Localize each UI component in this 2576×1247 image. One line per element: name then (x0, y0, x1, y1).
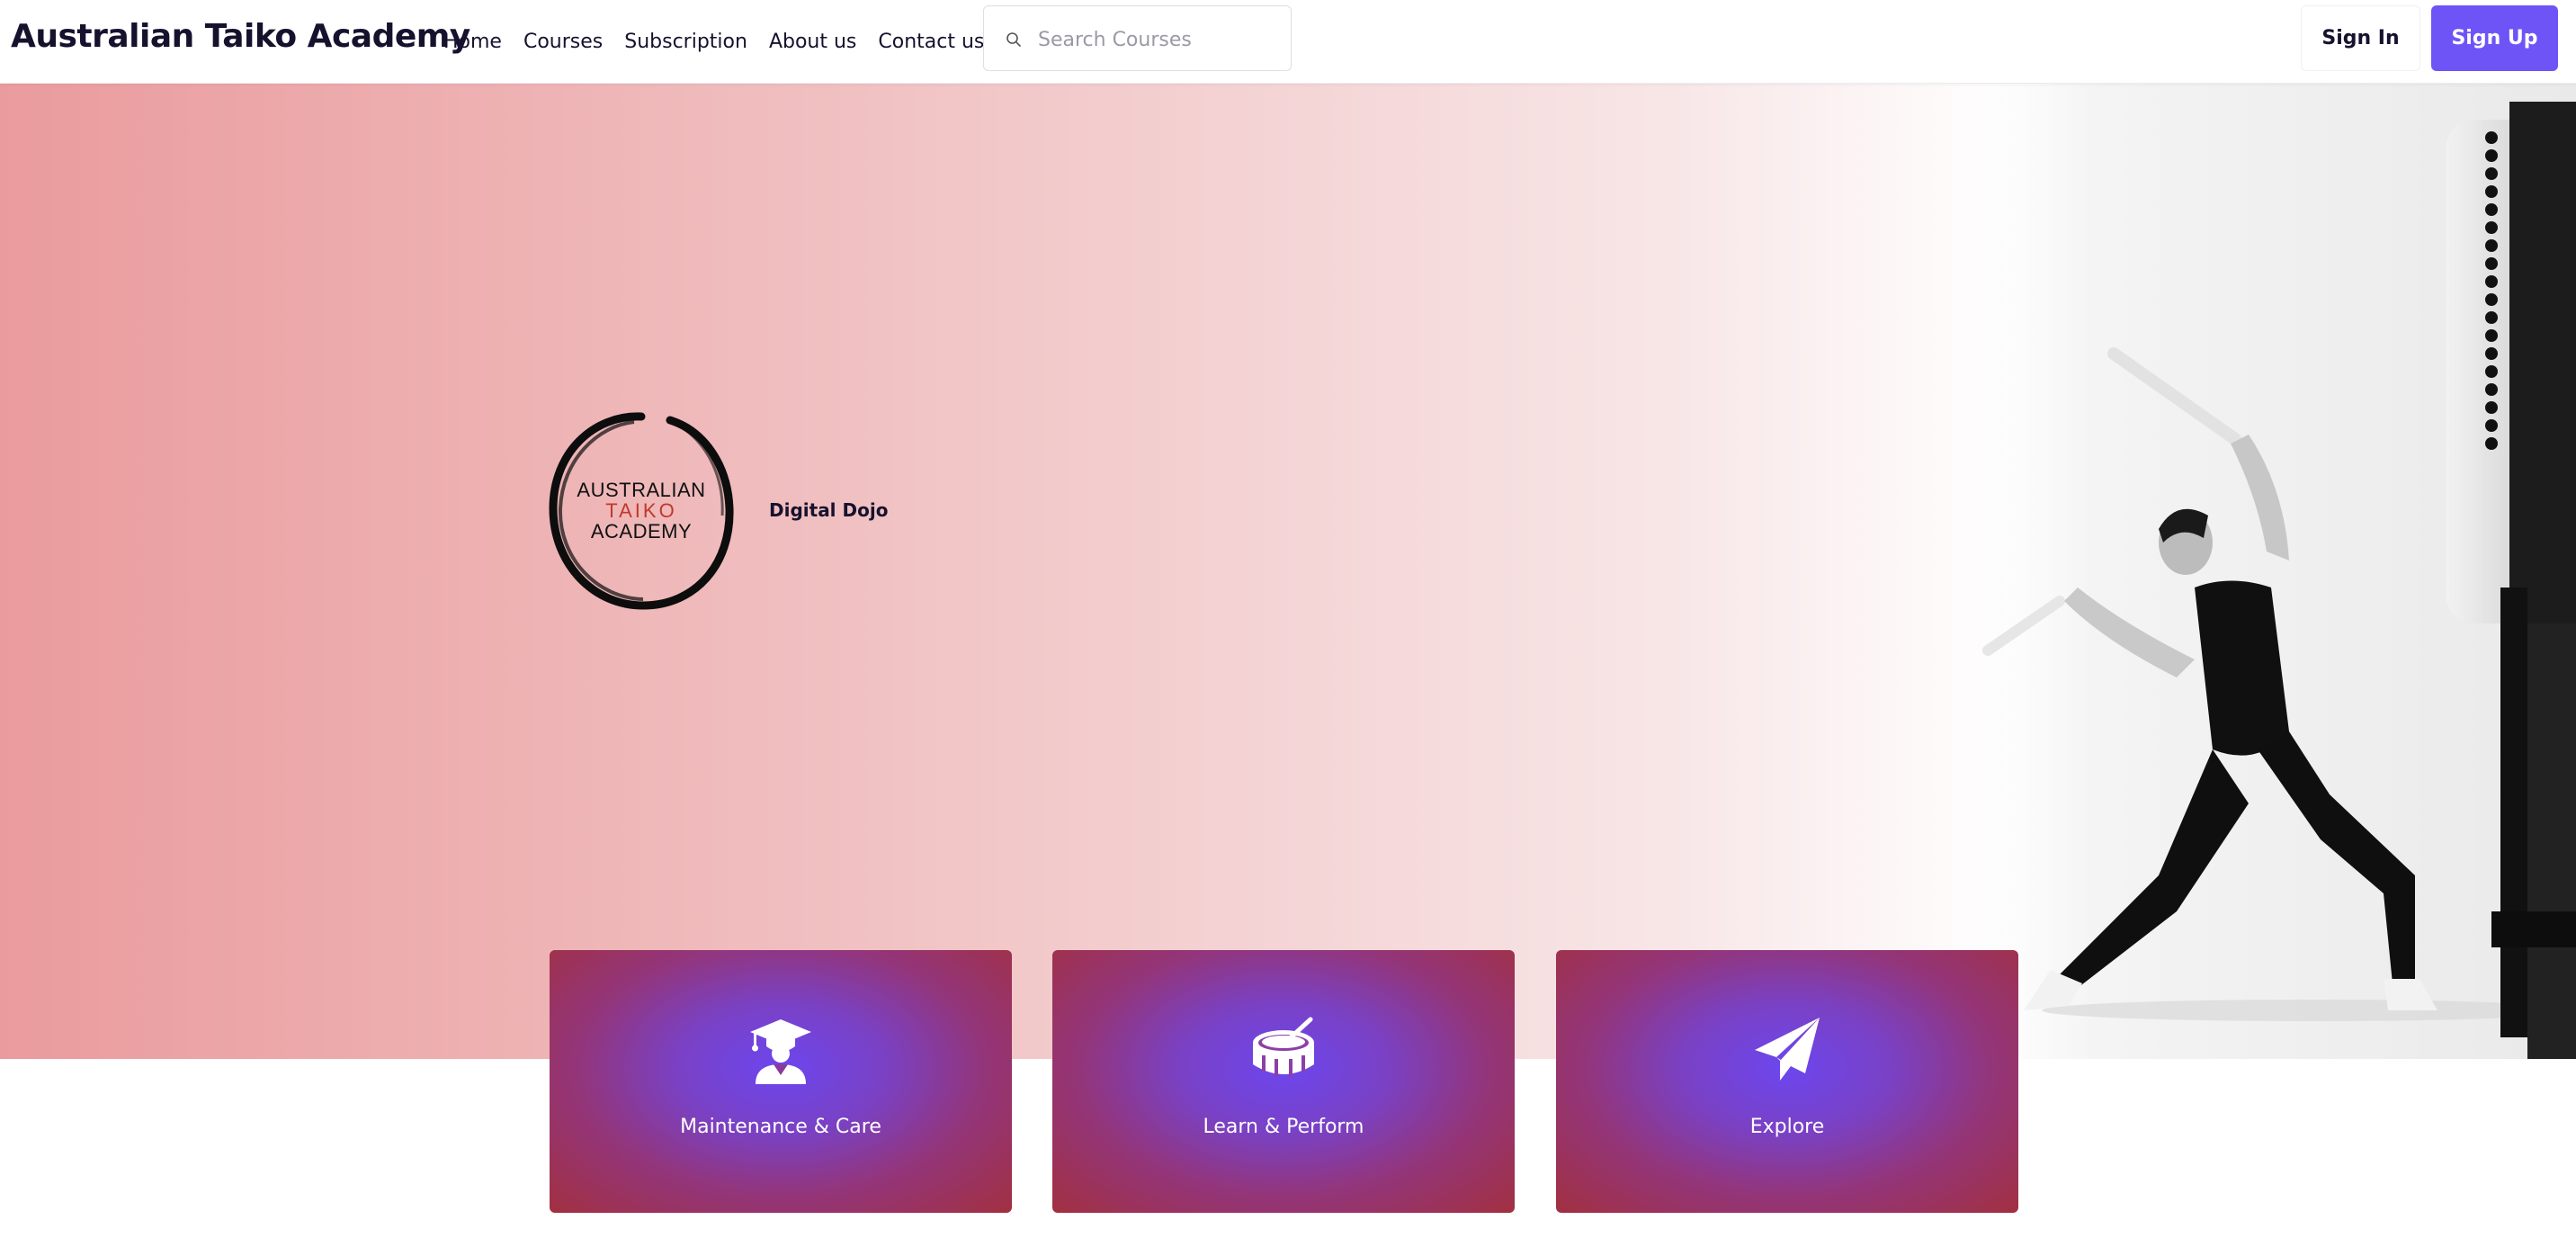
search-icon (1006, 32, 1021, 47)
nav-about-link[interactable]: About us (769, 31, 856, 53)
nav-courses-link[interactable]: Courses (523, 31, 603, 53)
card-label: Maintenance & Care (680, 1116, 881, 1138)
nav-home-link[interactable]: Home (443, 31, 502, 53)
hero-banner: AUSTRALIAN TAIKO ACADEMY Digital Dojo (0, 84, 2576, 1059)
paper-plane-icon (1755, 1018, 1820, 1081)
drum-icon (1253, 1017, 1314, 1077)
search-input[interactable] (1038, 26, 1272, 53)
sign-up-button[interactable]: Sign Up (2431, 5, 2558, 71)
nav-subscription-link[interactable]: Subscription (624, 31, 747, 53)
logo-line-academy: ACADEMY (590, 520, 693, 543)
taiko-drummer-photo (1934, 84, 2576, 1059)
graduate-icon (750, 1019, 811, 1084)
hero-tagline: Digital Dojo (769, 499, 889, 521)
card-label: Learn & Perform (1203, 1116, 1364, 1138)
logo-line-australian: AUSTRALIAN (577, 479, 706, 501)
card-maintenance-care[interactable]: Maintenance & Care (550, 950, 1012, 1213)
search-box[interactable] (983, 5, 1292, 71)
logo-wordmark: AUSTRALIAN TAIKO ACADEMY (544, 480, 738, 542)
top-navbar: Australian Taiko Academy Home Courses Su… (0, 0, 2576, 84)
card-explore[interactable]: Explore (1556, 950, 2018, 1213)
main-nav: Home Courses Subscription About us Conta… (443, 0, 984, 84)
nav-contact-link[interactable]: Contact us (878, 31, 984, 53)
academy-logo: AUSTRALIAN TAIKO ACADEMY (544, 409, 738, 613)
card-label: Explore (1749, 1116, 1825, 1138)
card-learn-perform[interactable]: Learn & Perform (1052, 950, 1515, 1213)
brand-title[interactable]: Australian Taiko Academy (11, 18, 470, 55)
sign-in-button[interactable]: Sign In (2301, 5, 2420, 71)
logo-line-taiko: TAIKO (605, 499, 677, 522)
